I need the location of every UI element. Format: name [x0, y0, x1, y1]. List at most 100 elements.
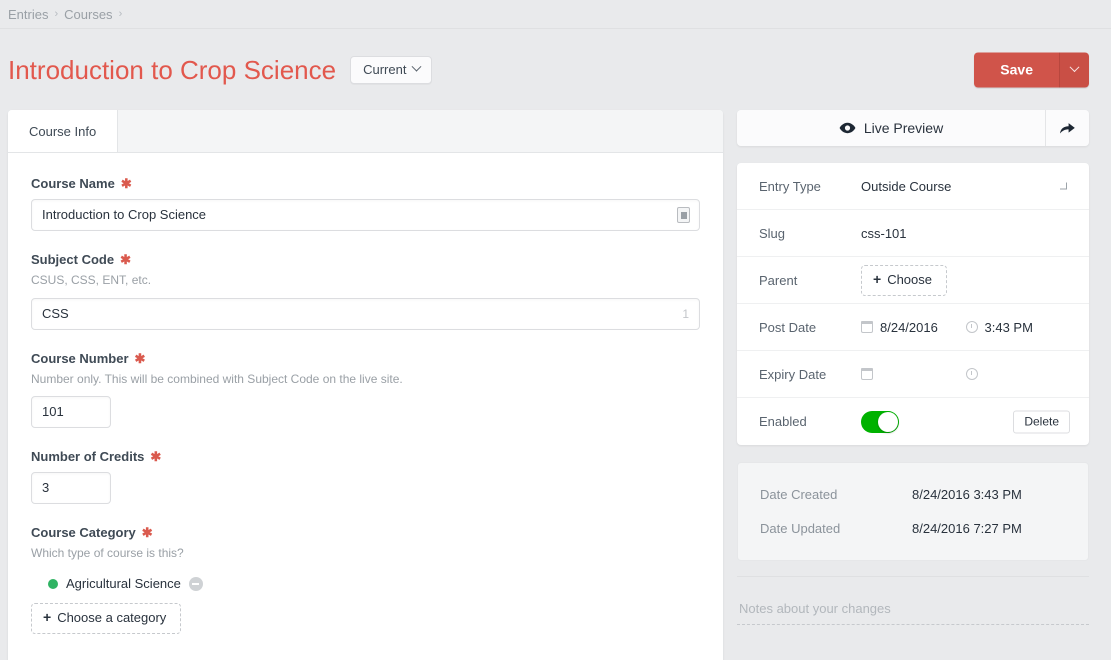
chevron-down-icon [1060, 182, 1067, 190]
post-date-date-value: 8/24/2016 [880, 319, 938, 335]
field-course-number: Course Number ✱ Number only. This will b… [31, 352, 700, 429]
expiry-date-time-field[interactable] [965, 368, 1071, 380]
number-of-credits-input[interactable] [31, 472, 111, 505]
calendar-icon [860, 367, 874, 380]
meta-row-expiry-date: Expiry Date [737, 351, 1089, 398]
enabled-label: Enabled [759, 414, 807, 429]
date-updated-value: 8/24/2016 7:27 PM [912, 520, 1022, 536]
entry-type-value: Outside Course [861, 178, 952, 194]
number-of-credits-label: Number of Credits ✱ [31, 450, 700, 463]
meta-row-enabled: Enabled Delete [737, 398, 1089, 445]
choose-parent-label: Choose [887, 272, 932, 287]
field-course-name: Course Name ✱ [31, 177, 700, 231]
share-icon[interactable] [1046, 110, 1089, 146]
choose-a-category-label: Choose a category [57, 610, 167, 626]
eye-icon [839, 122, 856, 134]
course-category-label: Course Category ✱ [31, 526, 700, 539]
parent-label: Parent [759, 272, 798, 288]
character-counter: 1 [682, 306, 689, 321]
slug-label: Slug [759, 225, 786, 241]
subject-code-instructions: CSUS, CSS, ENT, etc. [31, 273, 152, 287]
course-category-instructions: Which type of course is this? [31, 546, 184, 561]
list-item[interactable]: Agricultural Science [31, 573, 700, 595]
course-number-input[interactable] [31, 396, 111, 429]
toggle-knob [878, 411, 898, 432]
translation-lock-icon[interactable] [677, 207, 690, 223]
selected-category-list: Agricultural Science [31, 573, 700, 595]
save-button-group: Save [974, 52, 1089, 87]
save-menu-button[interactable] [1059, 52, 1089, 87]
post-date-time-value: 3:43 PM [984, 319, 1033, 335]
meta-row-parent: Parent + Choose [737, 257, 1089, 304]
label-text: Number of Credits [31, 449, 145, 465]
post-date-label: Post Date [759, 319, 817, 335]
choose-parent-button[interactable]: + Choose [861, 264, 947, 296]
course-name-input-wrap [31, 199, 700, 231]
meta-row-post-date: Post Date 8/24/2016 3:43 PM [737, 304, 1089, 351]
status-dot-icon [48, 578, 58, 589]
plus-icon: + [873, 270, 882, 287]
required-asterisk-icon: ✱ [134, 350, 146, 366]
category-label: Agricultural Science [66, 576, 181, 592]
subject-code-input[interactable] [31, 297, 700, 330]
tab-label: Course Info [29, 123, 97, 139]
breadcrumb: Entries › Courses › [0, 0, 1111, 29]
content-area: Course Info Course Name ✱ Subject Code [0, 110, 1111, 660]
meta-row-entry-type[interactable]: Entry Type Outside Course [737, 163, 1089, 210]
course-name-input[interactable] [31, 199, 700, 231]
date-created-value: 8/24/2016 3:43 PM [912, 486, 1022, 502]
course-number-instructions: Number only. This will be combined with … [31, 371, 403, 386]
date-created-row: Date Created 8/24/2016 3:43 PM [760, 477, 1066, 511]
preview-bar: Live Preview [737, 110, 1089, 146]
choose-a-category-button[interactable]: + Choose a category [31, 602, 182, 634]
required-asterisk-icon: ✱ [150, 449, 162, 465]
tab-course-info[interactable]: Course Info [8, 110, 119, 152]
breadcrumb-separator-icon: › [118, 7, 123, 20]
label-text: Subject Code [31, 252, 115, 267]
post-date-date-field[interactable]: 8/24/2016 [860, 319, 966, 335]
chevron-down-icon [1069, 61, 1080, 72]
date-created-label: Date Created [760, 486, 838, 502]
chevron-down-icon [411, 61, 422, 72]
number-of-credits-input-wrap [31, 472, 700, 505]
sidebar: Live Preview Entry Type Outside Course S… [737, 110, 1089, 625]
meta-row-slug: Slug css-101 [737, 210, 1089, 257]
breadcrumb-item-entries[interactable]: Entries [8, 8, 48, 21]
revision-notes-input[interactable] [737, 601, 1089, 625]
post-date-time-field[interactable]: 3:43 PM [965, 319, 1071, 335]
required-asterisk-icon: ✱ [120, 176, 132, 191]
required-asterisk-icon: ✱ [141, 525, 153, 541]
calendar-icon [860, 320, 874, 333]
revision-dropdown[interactable]: Current [350, 55, 433, 84]
subject-code-input-wrap: 1 [31, 297, 700, 330]
subject-code-label: Subject Code ✱ [31, 253, 700, 266]
delete-button[interactable]: Delete [1013, 410, 1070, 433]
live-preview-label: Live Preview [863, 120, 944, 136]
date-updated-row: Date Updated 8/24/2016 7:27 PM [760, 511, 1066, 545]
entry-type-label: Entry Type [759, 178, 821, 194]
tab-bar: Course Info [8, 110, 723, 153]
expiry-date-date-field[interactable] [860, 367, 966, 380]
required-asterisk-icon: ✱ [120, 252, 131, 267]
live-preview-button[interactable]: Live Preview [737, 110, 1046, 146]
clock-icon [965, 368, 978, 380]
field-number-of-credits: Number of Credits ✱ [31, 450, 700, 505]
meta-panel: Entry Type Outside Course Slug css-101 P… [737, 163, 1089, 445]
form-body: Course Name ✱ Subject Code ✱ CSUS, CSS, … [8, 153, 723, 660]
revision-dropdown-label: Current [363, 61, 407, 77]
share-arrow-icon [1060, 123, 1075, 134]
save-button[interactable]: Save [974, 52, 1059, 87]
enabled-toggle[interactable] [861, 410, 899, 433]
label-text: Course Number [31, 350, 129, 366]
clock-icon [965, 321, 978, 333]
breadcrumb-item-courses[interactable]: Courses [64, 8, 112, 21]
expiry-date-label: Expiry Date [759, 366, 827, 382]
remove-icon[interactable] [188, 576, 203, 591]
breadcrumb-separator-icon: › [54, 7, 59, 20]
label-text: Course Name [31, 176, 115, 191]
course-number-label: Course Number ✱ [31, 352, 700, 365]
plus-icon: + [43, 608, 52, 625]
main-panel: Course Info Course Name ✱ Subject Code [8, 110, 723, 660]
slug-value[interactable]: css-101 [861, 226, 907, 241]
course-name-label: Course Name ✱ [31, 177, 700, 190]
